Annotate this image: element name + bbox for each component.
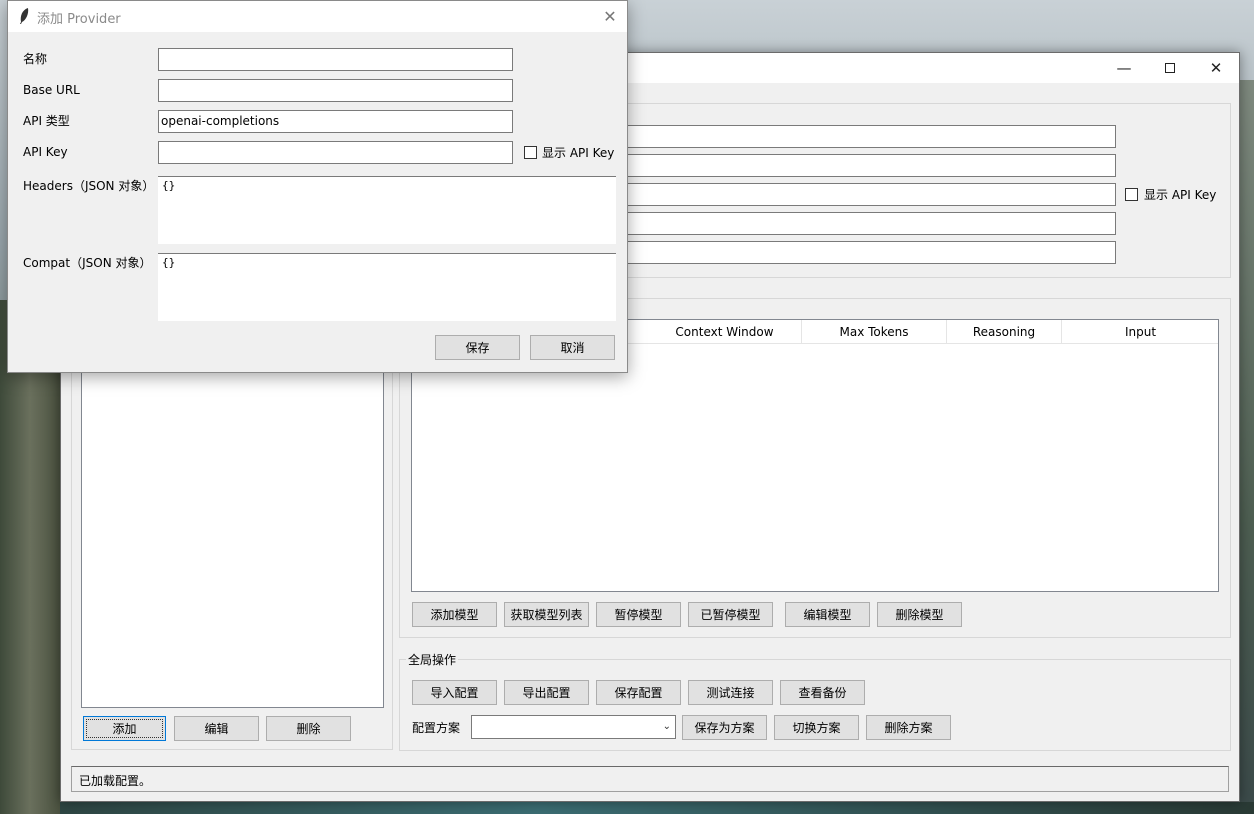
import-config-button[interactable]: 导入配置	[412, 680, 497, 705]
switch-profile-button[interactable]: 切换方案	[774, 715, 859, 740]
desktop-background-left	[0, 300, 60, 814]
headers-label: Headers（JSON 对象）	[23, 179, 155, 193]
close-button[interactable]: ✕	[1193, 53, 1239, 83]
export-config-button[interactable]: 导出配置	[504, 680, 589, 705]
maximize-icon	[1165, 63, 1175, 73]
desktop-background-bottom	[60, 802, 1254, 814]
save-as-profile-button[interactable]: 保存为方案	[682, 715, 767, 740]
api-type-input[interactable]: openai-completions	[158, 110, 513, 133]
compat-label: Compat（JSON 对象）	[23, 256, 152, 270]
minimize-button[interactable]: —	[1101, 53, 1147, 83]
maximize-button[interactable]	[1147, 53, 1193, 83]
fetch-model-list-button[interactable]: 获取模型列表	[504, 602, 589, 627]
detail-field-5[interactable]	[621, 241, 1116, 264]
global-ops-title: 全局操作	[406, 651, 459, 668]
column-header-context-window[interactable]: Context Window	[648, 320, 802, 344]
base-url-label: Base URL	[23, 83, 80, 97]
status-text: 已加载配置。	[79, 774, 152, 788]
delete-profile-button[interactable]: 删除方案	[866, 715, 951, 740]
compat-textarea[interactable]: {}	[158, 253, 616, 321]
dialog-title: 添加 Provider	[37, 12, 121, 27]
pause-model-button[interactable]: 暂停模型	[596, 602, 681, 627]
add-model-button[interactable]: 添加模型	[412, 602, 497, 627]
cancel-button[interactable]: 取消	[530, 335, 615, 360]
show-api-key-label: 显示 API Key	[542, 146, 615, 160]
chevron-down-icon: ⌄	[662, 721, 671, 732]
detail-field-3[interactable]	[621, 183, 1116, 206]
dialog-close-button[interactable]: ✕	[599, 5, 621, 27]
column-header-max-tokens[interactable]: Max Tokens	[802, 320, 947, 344]
save-config-button[interactable]: 保存配置	[596, 680, 681, 705]
save-button[interactable]: 保存	[435, 335, 520, 360]
close-icon: ✕	[603, 6, 617, 26]
profile-label: 配置方案	[412, 721, 461, 735]
show-api-key-checkbox[interactable]	[524, 146, 537, 159]
close-icon: ✕	[1209, 59, 1223, 77]
edit-provider-button[interactable]: 编辑	[174, 716, 259, 741]
name-input[interactable]	[158, 48, 513, 71]
add-provider-dialog: 添加 Provider ✕ 名称 Base URL API 类型 openai-…	[7, 0, 628, 373]
feather-icon	[20, 8, 29, 24]
api-key-input[interactable]	[158, 141, 513, 164]
view-backup-button[interactable]: 查看备份	[780, 680, 865, 705]
detail-field-4[interactable]	[621, 212, 1116, 235]
api-type-label: API 类型	[23, 114, 70, 128]
column-header-input[interactable]: Input	[1062, 320, 1219, 344]
delete-model-button[interactable]: 删除模型	[877, 602, 962, 627]
base-url-input[interactable]	[158, 79, 513, 102]
api-key-label: API Key	[23, 145, 68, 159]
delete-provider-button[interactable]: 删除	[266, 716, 351, 741]
detail-field-2[interactable]	[621, 154, 1116, 177]
add-provider-button[interactable]: 添加	[83, 716, 166, 741]
status-bar: 已加载配置。	[71, 766, 1229, 792]
name-label: 名称	[23, 52, 48, 66]
minimize-icon: —	[1116, 59, 1132, 77]
dialog-titlebar: 添加 Provider ✕	[8, 1, 627, 32]
edit-model-button[interactable]: 编辑模型	[785, 602, 870, 627]
test-connection-button[interactable]: 测试连接	[688, 680, 773, 705]
headers-textarea[interactable]: {}	[158, 176, 616, 244]
main-show-api-key-checkbox[interactable]	[1125, 188, 1138, 201]
main-show-api-key-label: 显示 API Key	[1144, 188, 1217, 202]
detail-field-1[interactable]	[621, 125, 1116, 148]
desktop-background-right	[1240, 80, 1254, 814]
paused-models-button[interactable]: 已暂停模型	[688, 602, 773, 627]
profile-select[interactable]: ⌄	[471, 715, 676, 739]
column-header-reasoning[interactable]: Reasoning	[947, 320, 1062, 344]
